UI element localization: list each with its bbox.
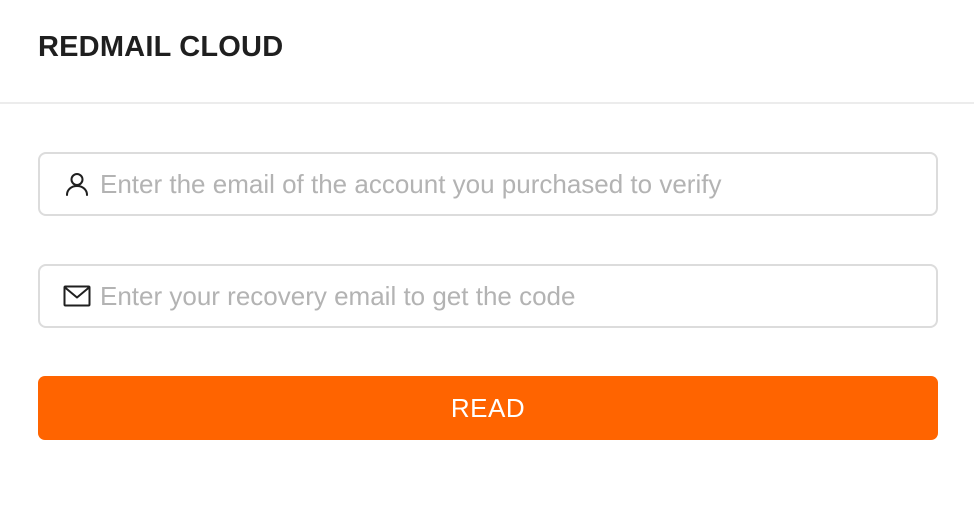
mail-icon (62, 281, 92, 311)
read-button[interactable]: READ (38, 376, 938, 440)
account-email-input[interactable] (100, 154, 920, 214)
recovery-email-field[interactable] (38, 264, 938, 328)
app-title: REDMAIL CLOUD (38, 31, 284, 63)
recovery-email-input[interactable] (100, 266, 920, 326)
user-icon (62, 169, 92, 199)
account-email-field[interactable] (38, 152, 938, 216)
header: REDMAIL CLOUD (0, 0, 974, 104)
